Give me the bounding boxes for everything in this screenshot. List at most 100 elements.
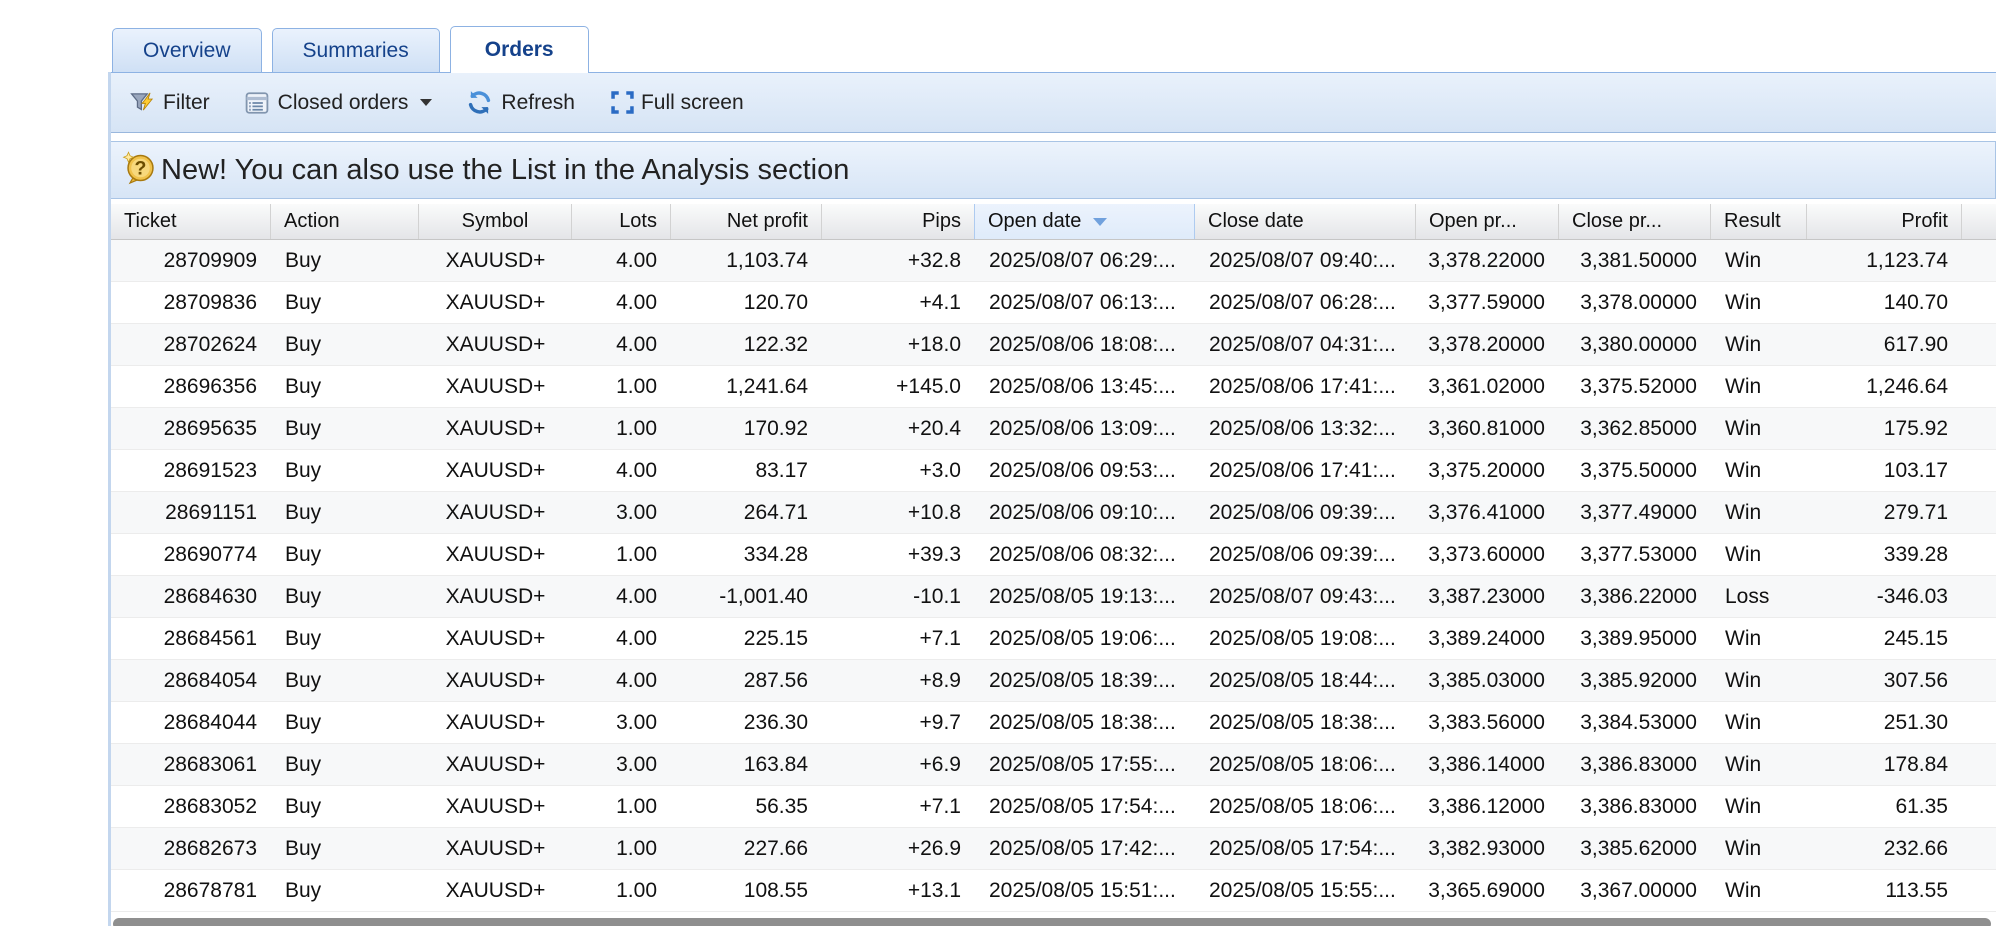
cell-net-profit: 1,241.64 (671, 366, 822, 407)
cell-lots: 1.00 (572, 786, 671, 827)
cell-lots: 3.00 (572, 492, 671, 533)
column-header-pips[interactable]: Pips (822, 204, 975, 239)
cell-pips: +145.0 (822, 366, 975, 407)
cell-close-price: 3,389.95000 (1559, 618, 1711, 659)
cell-close-date: 2025/08/06 09:39:... (1195, 492, 1416, 533)
column-header-ticket[interactable]: Ticket (111, 204, 271, 239)
cell-filler (1962, 618, 1996, 659)
cell-lots: 3.00 (572, 744, 671, 785)
refresh-button[interactable]: Refresh (460, 85, 581, 120)
horizontal-scrollbar-thumb[interactable] (113, 918, 1991, 926)
cell-profit: 175.92 (1807, 408, 1962, 449)
cell-close-date: 2025/08/05 17:54:... (1195, 828, 1416, 869)
cell-result: Win (1711, 240, 1807, 281)
full-screen-button[interactable]: Full screen (603, 85, 750, 120)
column-header-open-price[interactable]: Open pr... (1416, 204, 1559, 239)
cell-ticket: 28709909 (111, 240, 271, 281)
table-row[interactable]: 28695635BuyXAUUSD+1.00170.92+20.42025/08… (111, 408, 1996, 450)
closed-orders-label: Closed orders (278, 91, 409, 115)
cell-net-profit: 1,103.74 (671, 240, 822, 281)
cell-open-date: 2025/08/06 18:08:... (975, 324, 1195, 365)
cell-filler (1962, 660, 1996, 701)
cell-profit: 617.90 (1807, 324, 1962, 365)
column-header-close-price[interactable]: Close pr... (1559, 204, 1711, 239)
table-row[interactable]: 28683061BuyXAUUSD+3.00163.84+6.92025/08/… (111, 744, 1996, 786)
cell-open-price: 3,377.59000 (1416, 282, 1559, 323)
cell-ticket: 28691151 (111, 492, 271, 533)
cell-open-date: 2025/08/05 19:06:... (975, 618, 1195, 659)
table-row[interactable]: 28678781BuyXAUUSD+1.00108.55+13.12025/08… (111, 870, 1996, 912)
cell-close-date: 2025/08/05 18:38:... (1195, 702, 1416, 743)
cell-open-price: 3,385.03000 (1416, 660, 1559, 701)
cell-result: Win (1711, 618, 1807, 659)
cell-filler (1962, 870, 1996, 911)
table-row[interactable]: 28691151BuyXAUUSD+3.00264.71+10.82025/08… (111, 492, 1996, 534)
column-header-close-date[interactable]: Close date (1195, 204, 1416, 239)
column-header-symbol[interactable]: Symbol (419, 204, 572, 239)
cell-symbol: XAUUSD+ (419, 324, 572, 365)
table-row[interactable]: 28709836BuyXAUUSD+4.00120.70+4.12025/08/… (111, 282, 1996, 324)
tab-summaries[interactable]: Summaries (272, 28, 440, 72)
cell-net-profit: 334.28 (671, 534, 822, 575)
table-row[interactable]: 28683052BuyXAUUSD+1.0056.35+7.12025/08/0… (111, 786, 1996, 828)
cell-ticket: 28709836 (111, 282, 271, 323)
tab-orders[interactable]: Orders (450, 26, 589, 73)
cell-net-profit: 163.84 (671, 744, 822, 785)
cell-symbol: XAUUSD+ (419, 492, 572, 533)
table-row[interactable]: 28709909BuyXAUUSD+4.001,103.74+32.82025/… (111, 240, 1996, 282)
cell-profit: 279.71 (1807, 492, 1962, 533)
cell-pips: +39.3 (822, 534, 975, 575)
cell-pips: +6.9 (822, 744, 975, 785)
cell-profit: -346.03 (1807, 576, 1962, 617)
cell-close-date: 2025/08/05 18:06:... (1195, 786, 1416, 827)
cell-symbol: XAUUSD+ (419, 366, 572, 407)
filter-icon (129, 90, 155, 116)
table-row[interactable]: 28682673BuyXAUUSD+1.00227.66+26.92025/08… (111, 828, 1996, 870)
cell-symbol: XAUUSD+ (419, 450, 572, 491)
cell-result: Win (1711, 534, 1807, 575)
cell-close-date: 2025/08/06 09:39:... (1195, 534, 1416, 575)
tab-overview[interactable]: Overview (112, 28, 262, 72)
cell-open-date: 2025/08/06 09:53:... (975, 450, 1195, 491)
table-row[interactable]: 28684561BuyXAUUSD+4.00225.15+7.12025/08/… (111, 618, 1996, 660)
table-row[interactable]: 28696356BuyXAUUSD+1.001,241.64+145.02025… (111, 366, 1996, 408)
cell-open-date: 2025/08/05 17:55:... (975, 744, 1195, 785)
cell-close-date: 2025/08/05 18:44:... (1195, 660, 1416, 701)
cell-ticket: 28684044 (111, 702, 271, 743)
column-header-profit[interactable]: Profit (1807, 204, 1962, 239)
notice-text: New! You can also use the List in the An… (161, 154, 849, 187)
cell-symbol: XAUUSD+ (419, 576, 572, 617)
column-header-result[interactable]: Result (1711, 204, 1807, 239)
table-row[interactable]: 28684054BuyXAUUSD+4.00287.56+8.92025/08/… (111, 660, 1996, 702)
table-row[interactable]: 28684044BuyXAUUSD+3.00236.30+9.72025/08/… (111, 702, 1996, 744)
column-header-lots[interactable]: Lots (572, 204, 671, 239)
cell-action: Buy (271, 492, 419, 533)
cell-profit: 1,246.64 (1807, 366, 1962, 407)
cell-result: Win (1711, 828, 1807, 869)
column-header-open-date-label: Open date (988, 210, 1081, 233)
cell-profit: 232.66 (1807, 828, 1962, 869)
cell-open-price: 3,376.41000 (1416, 492, 1559, 533)
cell-close-date: 2025/08/07 06:28:... (1195, 282, 1416, 323)
closed-orders-dropdown[interactable]: Closed orders (238, 86, 439, 120)
cell-filler (1962, 366, 1996, 407)
cell-open-date: 2025/08/05 17:42:... (975, 828, 1195, 869)
cell-ticket: 28684630 (111, 576, 271, 617)
cell-ticket: 28696356 (111, 366, 271, 407)
cell-lots: 1.00 (572, 366, 671, 407)
filter-button[interactable]: Filter (123, 86, 216, 120)
cell-open-price: 3,389.24000 (1416, 618, 1559, 659)
cell-pips: +9.7 (822, 702, 975, 743)
chevron-down-icon (420, 99, 432, 106)
cell-symbol: XAUUSD+ (419, 408, 572, 449)
table-row[interactable]: 28690774BuyXAUUSD+1.00334.28+39.32025/08… (111, 534, 1996, 576)
column-header-open-date[interactable]: Open date (974, 204, 1195, 239)
table-row[interactable]: 28691523BuyXAUUSD+4.0083.17+3.02025/08/0… (111, 450, 1996, 492)
cell-open-date: 2025/08/05 18:38:... (975, 702, 1195, 743)
cell-close-price: 3,381.50000 (1559, 240, 1711, 281)
table-row[interactable]: 28702624BuyXAUUSD+4.00122.32+18.02025/08… (111, 324, 1996, 366)
column-header-net-profit[interactable]: Net profit (671, 204, 822, 239)
table-row[interactable]: 28684630BuyXAUUSD+4.00-1,001.40-10.12025… (111, 576, 1996, 618)
column-header-action[interactable]: Action (271, 204, 419, 239)
cell-ticket: 28678781 (111, 870, 271, 911)
